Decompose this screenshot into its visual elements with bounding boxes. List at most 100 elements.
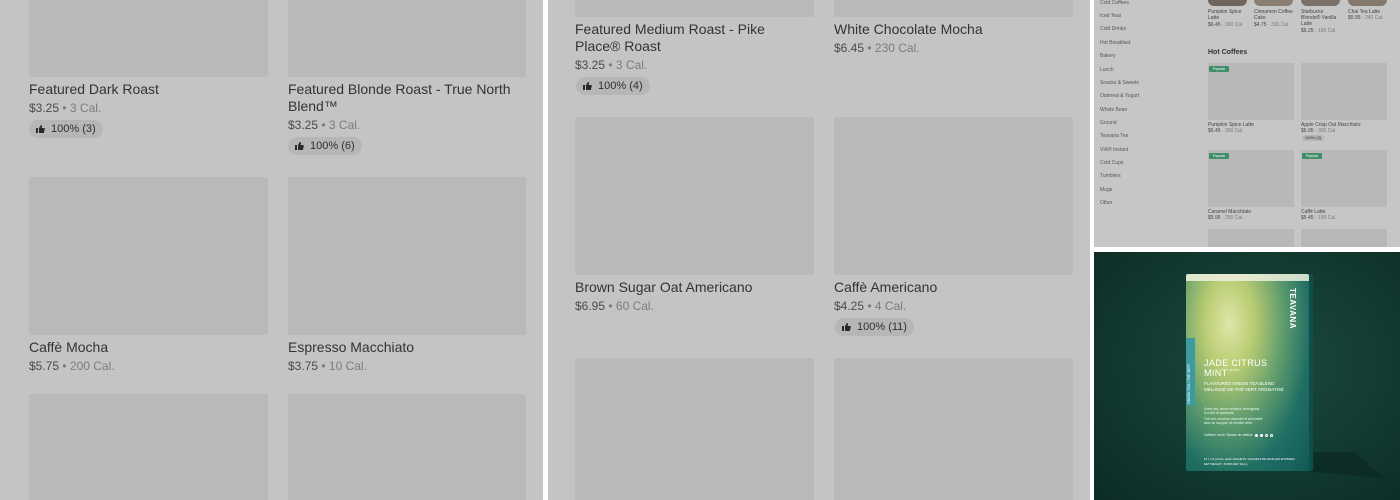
caffeine-label: Caffeine Level / Niveau de caféine: [1204, 433, 1253, 437]
item-price: $6.25: [1301, 28, 1314, 34]
sidebar-item[interactable]: Lunch: [1100, 67, 1114, 73]
sidebar-item[interactable]: Other: [1100, 200, 1113, 206]
item-price-cal: $5.95 · 250 Cal.: [1208, 215, 1244, 221]
item-name[interactable]: Cinnamon Coffee Cake: [1254, 9, 1294, 21]
item-price-cal: $5.75 • 200 Cal.: [29, 359, 115, 373]
sidebar-item[interactable]: Mugs: [1100, 187, 1112, 193]
rating-text: 100% (4): [598, 80, 643, 92]
item-image[interactable]: [834, 0, 1073, 17]
item-price: $5.95: [1208, 215, 1221, 221]
item-name[interactable]: Starbucks Blonde® Vanilla Latte: [1301, 9, 1341, 27]
item-image[interactable]: [288, 394, 526, 500]
item-image[interactable]: [1348, 0, 1387, 6]
menu-panel-middle: Featured Medium Roast - Pike Place® Roas…: [548, 0, 1090, 500]
item-calories: · 300 Cal.: [1314, 128, 1337, 134]
sidebar-item[interactable]: Oatmeal & Yogurt: [1100, 93, 1139, 99]
product-desc: & a hint of spearmint.: [1204, 411, 1235, 415]
product-name-line2: MINTTM/MC: [1204, 368, 1239, 378]
rating-badge: 100% (6): [288, 137, 362, 155]
item-image[interactable]: [575, 117, 814, 275]
section-title: Hot Coffees: [1208, 49, 1248, 56]
item-image[interactable]: [575, 358, 814, 500]
item-image[interactable]: [834, 358, 1073, 500]
sidebar-item[interactable]: Hot Breakfast: [1100, 40, 1130, 46]
item-price: $6.95: [1301, 128, 1314, 134]
item-image[interactable]: [1208, 229, 1294, 247]
sidebar-item[interactable]: Cold Cups: [1100, 160, 1123, 166]
item-image[interactable]: [1254, 0, 1293, 6]
product-photo: TEAVANA GREEN TEA / THÉ VERT JADE CITRUS…: [1094, 252, 1400, 500]
caffeine-dot: [1254, 433, 1258, 437]
sidebar-item[interactable]: Ground: [1100, 120, 1117, 126]
item-image[interactable]: [288, 177, 526, 335]
item-name[interactable]: White Chocolate Mocha: [834, 21, 1073, 38]
item-calories: · 240 Cal.: [1361, 15, 1384, 21]
item-name[interactable]: Brown Sugar Oat Americano: [575, 279, 814, 296]
item-image[interactable]: [288, 0, 526, 77]
item-price-cal: $5.45 · 190 Cal.: [1301, 215, 1337, 221]
sidebar-item[interactable]: Tumblers: [1100, 173, 1121, 179]
item-image[interactable]: [834, 117, 1073, 275]
sidebar-item[interactable]: Iced Teas: [1100, 13, 1121, 19]
item-name[interactable]: Featured Blonde Roast - True North Blend…: [288, 81, 526, 115]
caffeine-level: Caffeine Level / Niveau de caféine: [1204, 433, 1273, 437]
item-price: $5.45: [1301, 215, 1314, 221]
rating-text: 100% (6): [310, 140, 355, 152]
sidebar-item[interactable]: Cold Coffees: [1100, 0, 1129, 6]
caffeine-dot: [1269, 433, 1273, 437]
thumbs-up-icon: [583, 82, 592, 90]
rating-text: 100% (11): [857, 321, 907, 333]
product-desc: avec un soupçon de menthe verte.: [1204, 421, 1253, 425]
product-subtitle-fr: MÉLANGE DE THÉ VERT AROMATISÉ: [1204, 387, 1284, 392]
item-image[interactable]: [1301, 63, 1387, 120]
product-name-mint: MINT: [1204, 368, 1228, 378]
item-price: $6.45: [1208, 128, 1221, 134]
caffeine-dot: [1259, 433, 1263, 437]
item-image[interactable]: [29, 0, 268, 77]
item-calories: · 190 Cal.: [1314, 215, 1337, 221]
item-calories: · 390 Cal.: [1221, 128, 1244, 134]
item-image[interactable]: [1301, 229, 1387, 247]
item-name[interactable]: Caffè Americano: [834, 279, 1073, 296]
sidebar-item[interactable]: Whole Bean: [1100, 107, 1127, 113]
item-price-cal: $3.75 • 10 Cal.: [288, 359, 367, 373]
sidebar-item[interactable]: Teavana Tea: [1100, 133, 1128, 139]
item-price-cal: $6.45 · 390 Cal.: [1208, 128, 1244, 134]
sidebar-item[interactable]: Snacks & Sweets: [1100, 80, 1139, 86]
item-name[interactable]: Featured Dark Roast: [29, 81, 268, 98]
rating-badge: 100% (11): [835, 318, 914, 336]
item-price: $6.45: [1208, 22, 1221, 28]
item-name[interactable]: Espresso Macchiato: [288, 339, 526, 356]
item-image[interactable]: [575, 0, 814, 17]
tea-box-top: [1186, 274, 1309, 281]
item-image[interactable]: [1301, 0, 1340, 6]
item-price-cal: $3.25 • 3 Cal.: [288, 118, 361, 132]
item-calories: 60 Cal.: [615, 299, 654, 313]
item-price: $6.45: [834, 41, 865, 55]
item-price: $5.75: [29, 359, 60, 373]
product-name-line1: JADE CITRUS: [1204, 358, 1268, 368]
item-price-cal: $3.25 • 3 Cal.: [29, 101, 102, 115]
item-image[interactable]: [29, 177, 268, 335]
item-image[interactable]: [29, 394, 268, 500]
item-price: $3.25: [288, 118, 319, 132]
item-name[interactable]: Pumpkin Spice Latte: [1208, 9, 1248, 21]
popular-tag: Popular: [1209, 153, 1229, 159]
sidebar-item[interactable]: VIA® Instant: [1100, 147, 1128, 153]
product-footer: 12 × 1.6 g FULL LEAF SACHETS / SACHETS D…: [1204, 457, 1295, 461]
item-calories: 4 Cal.: [874, 299, 907, 313]
item-calories: 200 Cal.: [69, 359, 115, 373]
item-price: $3.25: [575, 58, 606, 72]
item-calories: 3 Cal.: [69, 101, 102, 115]
sidebar-item[interactable]: Cold Drinks: [1100, 26, 1126, 32]
popular-tag: Popular: [1302, 153, 1322, 159]
sidebar-item[interactable]: Bakery: [1100, 53, 1116, 59]
item-price: $6.95: [575, 299, 606, 313]
item-name[interactable]: Featured Medium Roast - Pike Place® Roas…: [575, 21, 814, 55]
side-stripe-label: GREEN TEA / THÉ VERT: [1187, 363, 1191, 404]
item-calories: · 250 Cal.: [1221, 215, 1244, 221]
item-image[interactable]: [1208, 0, 1247, 6]
item-price: $4.75: [1254, 22, 1267, 28]
menu-panel-left: Featured Dark Roast $3.25 • 3 Cal. 100% …: [0, 0, 543, 500]
item-name[interactable]: Caffè Mocha: [29, 339, 268, 356]
